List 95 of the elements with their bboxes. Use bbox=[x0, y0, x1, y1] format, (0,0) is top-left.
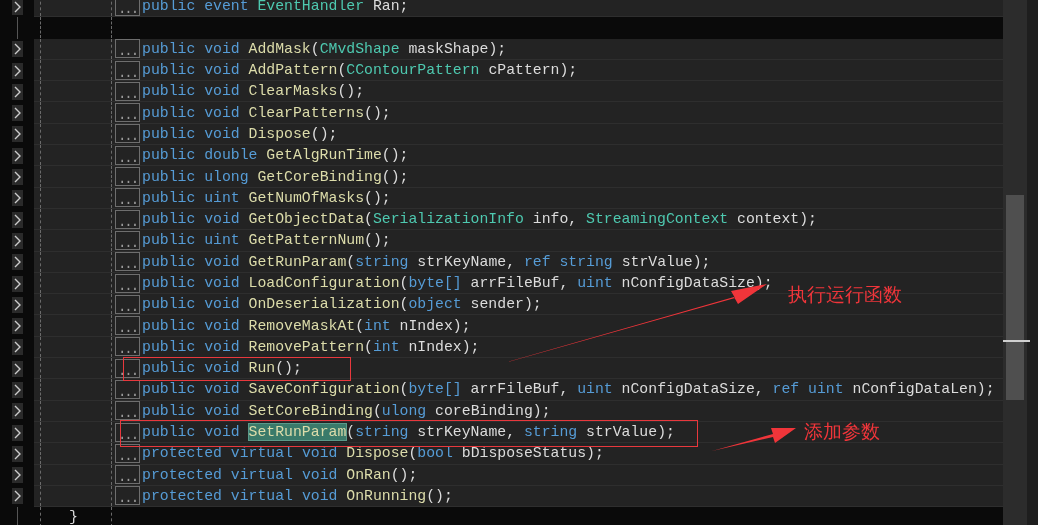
collapsed-block-marker[interactable]: ... bbox=[115, 252, 140, 272]
position-marker bbox=[1003, 340, 1030, 342]
indent-guides bbox=[40, 315, 112, 336]
code-line: public double GetAlgRunTime(); bbox=[142, 147, 409, 164]
indent-guides bbox=[40, 272, 112, 294]
expand-chevron-icon[interactable] bbox=[11, 296, 23, 313]
code-line: public void OnDeserialization(object sender); bbox=[142, 296, 542, 313]
indent-guides bbox=[40, 294, 112, 315]
collapsed-block-marker[interactable]: ... bbox=[115, 316, 140, 336]
expand-chevron-icon[interactable] bbox=[11, 169, 23, 185]
collapsed-block-marker[interactable]: ... bbox=[115, 103, 140, 123]
collapsed-block-marker[interactable]: ... bbox=[115, 209, 140, 229]
expand-chevron-icon[interactable] bbox=[11, 62, 23, 79]
collapsed-block-marker[interactable]: ... bbox=[115, 465, 140, 485]
indent-guides bbox=[40, 81, 112, 102]
collapsed-block-marker[interactable]: ... bbox=[115, 167, 140, 186]
code-line: public void SaveConfiguration(byte[] arrFileBuf, uint nConfigDataSize, ref uint nConfigDataLen); bbox=[142, 381, 995, 398]
collapsed-block-marker[interactable]: ... bbox=[115, 0, 140, 16]
annotation-label: 添加参数 bbox=[804, 419, 880, 444]
indent-guides bbox=[40, 379, 112, 400]
scrollbar-thumb[interactable] bbox=[1006, 195, 1024, 400]
indent-guides bbox=[40, 123, 112, 145]
collapsed-block-marker[interactable]: ... bbox=[115, 380, 140, 399]
indent-guides bbox=[40, 464, 112, 485]
expand-chevron-icon[interactable] bbox=[11, 445, 23, 462]
collapsed-block-marker[interactable]: ... bbox=[115, 230, 140, 250]
expand-chevron-icon[interactable] bbox=[11, 190, 23, 207]
expand-chevron-icon[interactable] bbox=[11, 275, 23, 292]
collapsed-block-marker[interactable]: ... bbox=[115, 401, 140, 421]
expand-chevron-icon[interactable] bbox=[11, 339, 23, 356]
collapsed-block-marker[interactable]: ... bbox=[115, 124, 140, 144]
collapsed-block-marker[interactable]: ... bbox=[115, 39, 140, 59]
code-line: public event EventHandler Ran; bbox=[142, 0, 409, 15]
collapsed-block-marker[interactable]: ... bbox=[115, 294, 140, 314]
code-line: public void ClearPatterns(); bbox=[142, 104, 391, 121]
code-line: protected virtual void OnRunning(); bbox=[142, 487, 453, 504]
code-line: public void GetObjectData(SerializationInfo info, StreamingContext context); bbox=[142, 211, 817, 228]
indent-guides bbox=[40, 443, 112, 464]
collapsed-block-marker[interactable]: ... bbox=[115, 81, 140, 101]
expand-chevron-icon[interactable] bbox=[11, 83, 23, 100]
indent-guides bbox=[40, 102, 112, 123]
expand-chevron-icon[interactable] bbox=[11, 424, 23, 441]
indent-guides bbox=[40, 421, 112, 443]
indent-guides bbox=[40, 208, 112, 230]
collapsed-block-marker[interactable]: ... bbox=[115, 188, 140, 208]
annotation-label: 执行运行函数 bbox=[788, 282, 902, 307]
code-line: public ulong GetCoreBinding(); bbox=[142, 168, 409, 185]
expand-chevron-icon[interactable] bbox=[11, 0, 23, 15]
collapsed-block-marker[interactable]: ... bbox=[115, 337, 140, 357]
collapsed-block-marker[interactable]: ... bbox=[115, 443, 140, 463]
collapsed-block-marker[interactable]: ... bbox=[115, 60, 140, 80]
indent-guides bbox=[40, 230, 112, 251]
code-line: public void LoadConfiguration(byte[] arrFileBuf, uint nConfigDataSize); bbox=[142, 275, 773, 291]
expand-chevron-icon[interactable] bbox=[11, 467, 23, 484]
indent-guides bbox=[40, 17, 112, 38]
code-line: protected virtual void OnRan(); bbox=[142, 466, 418, 483]
collapsed-block-marker[interactable]: ... bbox=[115, 486, 140, 506]
indent-guides bbox=[40, 145, 112, 166]
indent-guides bbox=[40, 59, 112, 81]
indent-guides bbox=[40, 336, 112, 358]
expand-chevron-icon[interactable] bbox=[11, 254, 23, 271]
expand-chevron-icon[interactable] bbox=[11, 232, 23, 249]
code-line: public void GetRunParam(string strKeyName, ref string strValue); bbox=[142, 253, 711, 270]
code-line: public void Dispose(); bbox=[142, 125, 338, 142]
indent-guides bbox=[40, 166, 112, 187]
code-line: public void RemoveMaskAt(int nIndex); bbox=[142, 317, 471, 334]
code-line: public void SetCoreBinding(ulong coreBinding); bbox=[142, 402, 551, 419]
collapsed-block-marker[interactable]: ... bbox=[115, 422, 140, 442]
scrollbar[interactable] bbox=[1003, 0, 1027, 525]
code-line: public uint GetPatternNum(); bbox=[142, 232, 391, 249]
collapsed-block-marker[interactable]: ... bbox=[115, 273, 140, 293]
expand-chevron-icon[interactable] bbox=[11, 147, 23, 164]
indent-guides bbox=[40, 187, 112, 208]
expand-chevron-icon[interactable] bbox=[11, 382, 23, 398]
expand-chevron-icon[interactable] bbox=[11, 403, 23, 420]
indent-guides bbox=[40, 38, 112, 59]
indent-guides bbox=[40, 358, 112, 379]
expand-chevron-icon[interactable] bbox=[11, 126, 23, 143]
code-line: public void AddMask(CMvdShape maskShape); bbox=[142, 40, 507, 57]
expand-chevron-icon[interactable] bbox=[11, 41, 23, 58]
code-line: public uint GetNumOfMasks(); bbox=[142, 189, 391, 206]
expand-chevron-icon[interactable] bbox=[11, 318, 23, 335]
code-line: public void AddPattern(CContourPattern cPattern); bbox=[142, 62, 578, 79]
expand-chevron-icon[interactable] bbox=[11, 105, 23, 122]
indent-guides bbox=[40, 0, 112, 17]
code-line: public void ClearMasks(); bbox=[142, 83, 365, 100]
expand-chevron-icon[interactable] bbox=[11, 488, 23, 505]
expand-chevron-icon[interactable] bbox=[11, 360, 23, 377]
closing-brace: } bbox=[69, 508, 78, 525]
indent-guides bbox=[40, 251, 112, 272]
code-line: public void RemovePattern(int nIndex); bbox=[142, 338, 480, 355]
indent-guides bbox=[40, 400, 112, 421]
expand-chevron-icon[interactable] bbox=[11, 211, 23, 228]
collapsed-block-marker[interactable]: ... bbox=[115, 145, 140, 165]
code-line: public void Run(); bbox=[142, 360, 302, 377]
